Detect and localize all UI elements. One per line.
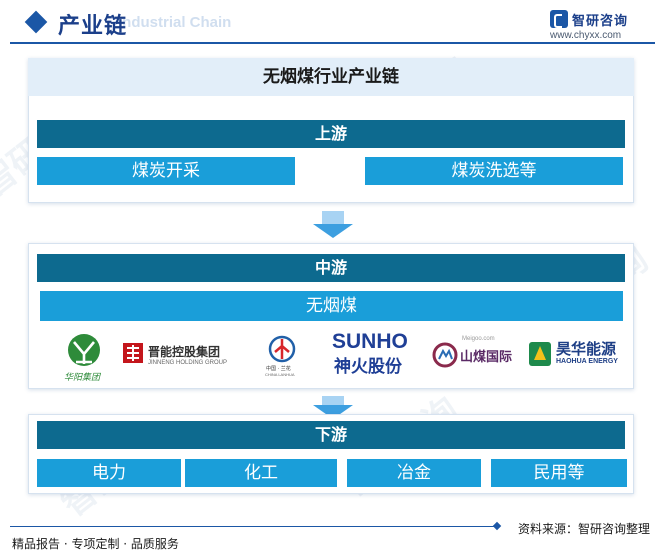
footer-slogan: 精品报告 · 专项定制 · 品质服务 xyxy=(12,537,179,551)
brand-logo: 智研咨询 www.chyxx.com xyxy=(550,8,650,41)
page-footer: 资料来源：智研咨询整理 精品报告 · 专项定制 · 品质服务 xyxy=(0,518,662,560)
diamond-icon xyxy=(24,10,48,34)
header-rule xyxy=(10,42,655,44)
upstream-item: 煤炭洗选等 xyxy=(365,157,623,185)
company-subname: CHINA LANHUA xyxy=(265,372,295,377)
downstream-item: 电力 xyxy=(37,459,181,487)
brand-url: www.chyxx.com xyxy=(550,30,622,41)
upstream-item: 煤炭开采 xyxy=(37,157,295,185)
downstream-item: 民用等 xyxy=(491,459,627,487)
company-subname: Meigoo.com xyxy=(462,336,495,342)
company-name: SUNHO xyxy=(332,330,408,353)
company-logo-huayang: 华阳集团 xyxy=(60,332,112,383)
down-arrow-icon xyxy=(313,224,353,238)
page-header: Industrial Chain 产业链 智研咨询 www.chyxx.com xyxy=(0,0,662,46)
midstream-bar: 中游 xyxy=(37,254,625,282)
footer-dot xyxy=(492,521,502,531)
downstream-item: 化工 xyxy=(185,459,337,487)
company-name: 华阳集团 xyxy=(64,373,101,383)
downstream-item: 冶金 xyxy=(347,459,481,487)
company-subname: 神火股份 xyxy=(334,357,402,377)
company-name: 晋能控股集团 xyxy=(148,345,221,359)
page-title: 产业链 xyxy=(58,14,128,39)
company-logo-sunho: SUNHO 神火股份 xyxy=(332,330,420,377)
company-logo-lanhua: 中国 · 兰花 CHINA LANHUA xyxy=(262,334,302,378)
company-logo-shanmei: Meigoo.com 山煤国际 xyxy=(432,336,514,372)
header-subtitle-en: Industrial Chain xyxy=(118,14,232,31)
downstream-bar: 下游 xyxy=(37,421,625,449)
brand-name: 智研咨询 xyxy=(572,14,629,29)
company-logo-jinneng: 晋能控股集团 JINNENG HOLDING GROUP xyxy=(120,340,230,376)
flow-arrow-stem xyxy=(322,211,344,225)
company-subname: HAOHUA ENERGY xyxy=(556,358,618,365)
company-logo-haohua: 昊华能源 HAOHUA ENERGY xyxy=(528,336,624,372)
diagram-title: 无烟煤行业产业链 xyxy=(28,58,634,96)
footer-rule xyxy=(10,526,496,527)
company-name: 山煤国际 xyxy=(460,350,513,365)
company-name: 中国 · 兰花 xyxy=(266,366,291,372)
company-name: 昊华能源 xyxy=(556,340,617,358)
brand-mark-icon xyxy=(550,10,568,28)
company-subname: JINNENG HOLDING GROUP xyxy=(148,360,228,366)
source-note: 资料来源：智研咨询整理 xyxy=(517,522,650,536)
upstream-bar: 上游 xyxy=(37,120,625,148)
midstream-product: 无烟煤 xyxy=(40,291,623,321)
